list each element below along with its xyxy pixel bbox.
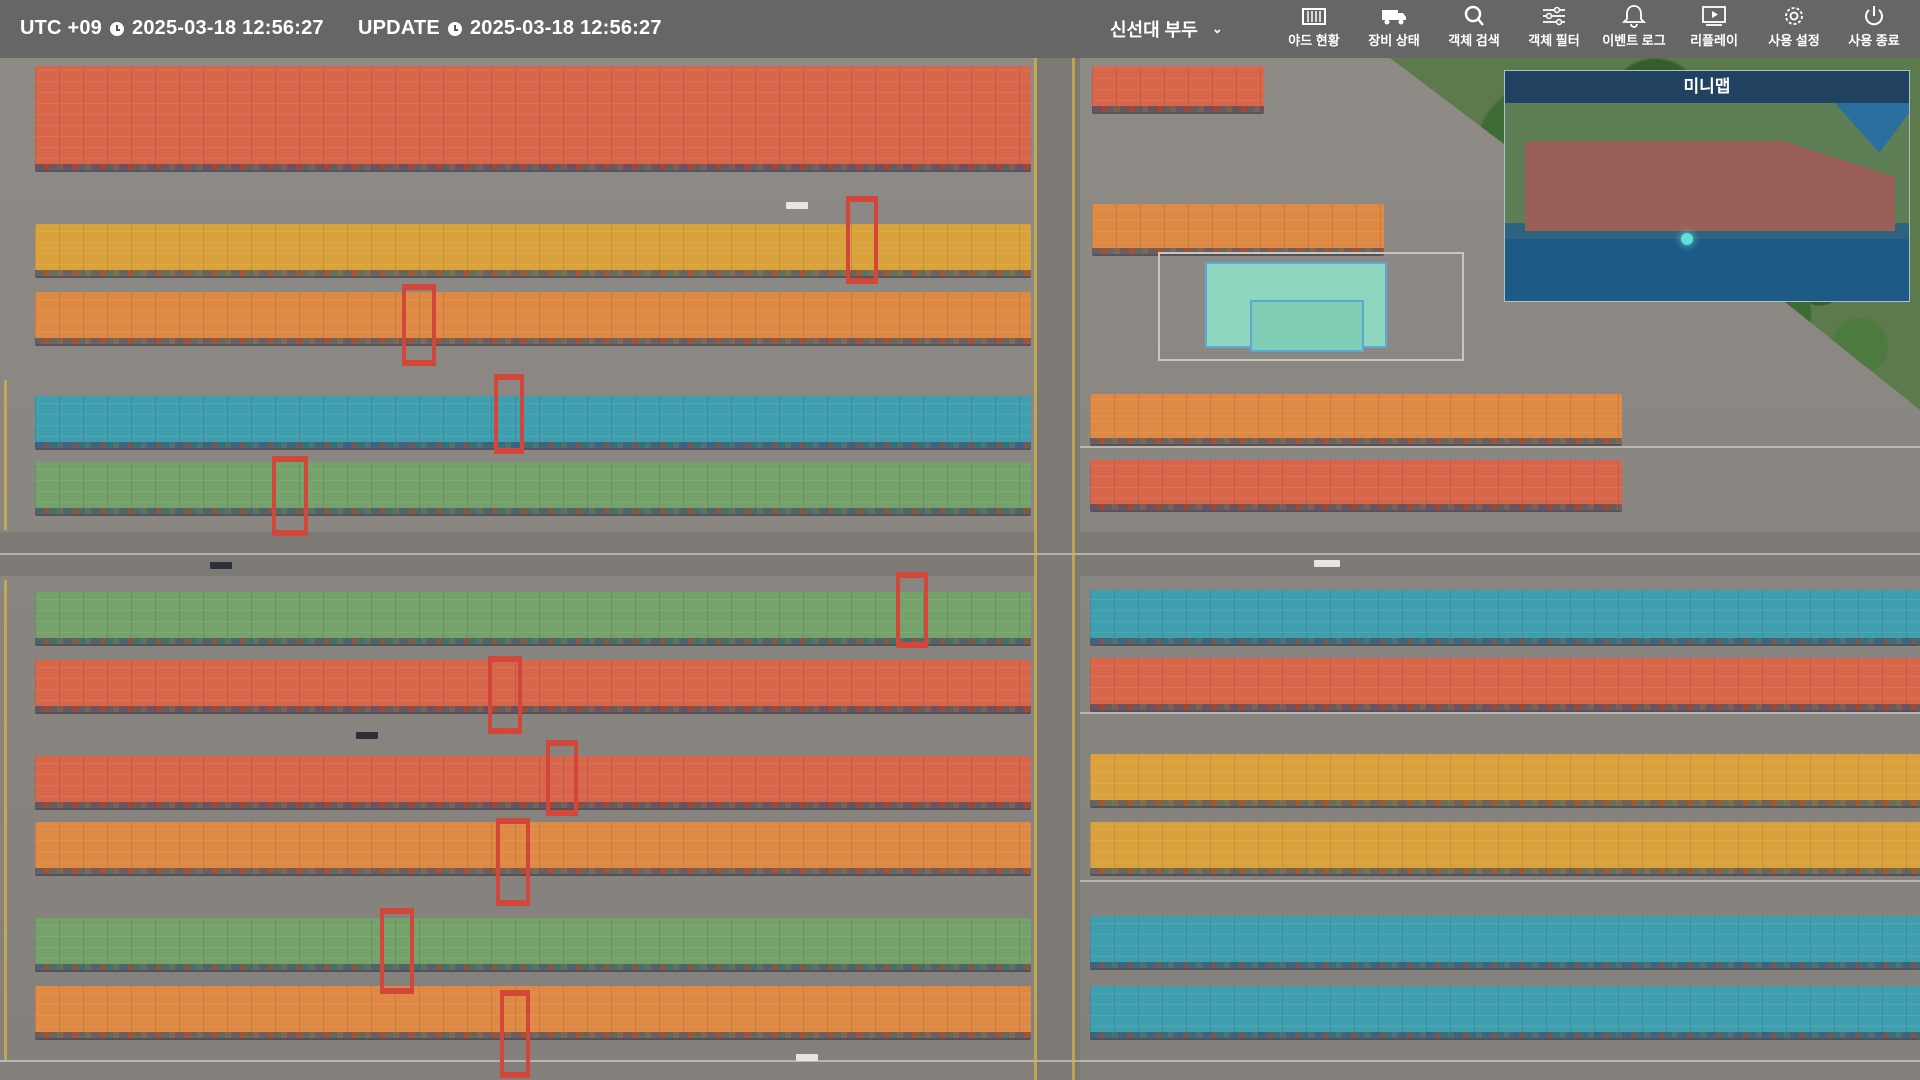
nav-equipment-status[interactable]: 장비 상태 [1354,4,1434,54]
rtg-crane[interactable] [488,656,522,734]
bell-icon [1621,5,1647,28]
truck-icon [1382,10,1406,25]
minimap-title: 미니맵 [1505,71,1909,103]
nav-replay[interactable]: 리플레이 [1674,4,1754,54]
utc-label: UTC +09 [20,17,102,39]
container-icon [1302,8,1326,25]
terminal-select[interactable]: 신선대 부두 ⌄ [1110,16,1223,42]
terminal-select-value: 신선대 부두 [1110,20,1198,40]
container-block[interactable] [1090,590,1920,644]
utc-time: 2025-03-18 12:56:27 [132,17,324,39]
container-block[interactable] [1090,754,1920,806]
container-block[interactable] [35,756,1031,808]
lane-line [1080,880,1920,882]
nav-exit[interactable]: 사용 종료 [1834,4,1914,54]
nav-label: 장비 상태 [1368,33,1420,48]
rtg-crane[interactable] [402,284,436,366]
yard-truck[interactable] [786,202,808,209]
container-block[interactable] [35,592,1031,644]
container-block[interactable] [1090,986,1920,1038]
yellow-boundary-line [1034,58,1037,1080]
container-block[interactable] [1090,822,1920,874]
nav-label: 야드 현황 [1288,33,1340,48]
container-block[interactable] [35,462,1031,514]
yellow-boundary-line [4,580,7,1060]
office-building-annex[interactable] [1250,300,1364,352]
nav-yard-status[interactable]: 야드 현황 [1274,4,1354,54]
lane-line [0,1060,1920,1062]
nav-label: 이벤트 로그 [1602,33,1666,48]
minimap-position-marker [1681,233,1693,245]
update-time: 2025-03-18 12:56:27 [469,17,662,39]
nav-object-search[interactable]: 객체 검색 [1434,4,1514,54]
yard-truck[interactable] [1314,560,1340,567]
replay-icon [1702,6,1726,26]
top-bar: UTC +09 2025-03-18 12:56:27 UPDATE 2025-… [0,0,1920,58]
rtg-crane[interactable] [380,908,414,994]
rtg-crane[interactable] [896,572,928,648]
container-block[interactable] [35,660,1031,712]
main-nav: 야드 현황 장비 상태 객체 검색 객체 필터 이벤트 로그 리플레이 사용 설… [1274,4,1914,54]
nav-label: 객체 필터 [1528,33,1580,48]
nav-label: 객체 검색 [1448,33,1500,48]
nav-user-settings[interactable]: 사용 설정 [1754,4,1834,54]
gear-icon [1785,7,1803,25]
nav-label: 사용 설정 [1768,33,1820,48]
rtg-crane[interactable] [846,196,878,284]
minimap[interactable]: 미니맵 [1504,70,1910,302]
update-label: UPDATE [358,17,440,39]
rtg-crane[interactable] [272,456,308,536]
nav-event-log[interactable]: 이벤트 로그 [1594,4,1674,54]
container-block[interactable] [35,822,1031,874]
container-block[interactable] [35,396,1031,448]
yellow-boundary-line [1072,58,1075,1080]
rtg-crane[interactable] [546,740,578,816]
nav-object-filter[interactable]: 객체 필터 [1514,4,1594,54]
clock-icon [110,21,124,36]
lane-line [1080,712,1920,714]
rtg-crane[interactable] [500,990,530,1078]
container-block[interactable] [35,224,1031,276]
yard-truck[interactable] [210,562,232,569]
nav-label: 사용 종료 [1848,33,1900,48]
clock-icon [447,21,462,36]
container-block[interactable] [1090,658,1920,710]
yard-truck[interactable] [796,1054,818,1061]
filter-sliders-icon [1543,6,1565,26]
rtg-crane[interactable] [496,818,530,906]
container-block[interactable] [35,292,1031,344]
container-block[interactable] [35,986,1031,1038]
container-block[interactable] [1092,66,1264,112]
yellow-boundary-line [4,380,7,530]
container-block[interactable] [1090,460,1622,510]
container-block[interactable] [1090,394,1622,444]
container-block[interactable] [1092,204,1384,254]
lane-line [1080,446,1920,448]
lane-line [0,553,1920,555]
container-block[interactable] [1090,916,1920,968]
utc-clock: UTC +09 2025-03-18 12:56:27 [20,17,324,40]
minimap-sea [1505,239,1909,301]
search-icon [1464,5,1484,26]
nav-label: 리플레이 [1690,33,1738,48]
power-icon [1865,6,1883,26]
chevron-down-icon: ⌄ [1211,21,1223,36]
yard-truck[interactable] [356,732,378,739]
container-block[interactable] [35,66,1031,170]
rtg-crane[interactable] [494,374,524,454]
container-block[interactable] [35,918,1031,970]
update-clock: UPDATE 2025-03-18 12:56:27 [358,17,662,40]
